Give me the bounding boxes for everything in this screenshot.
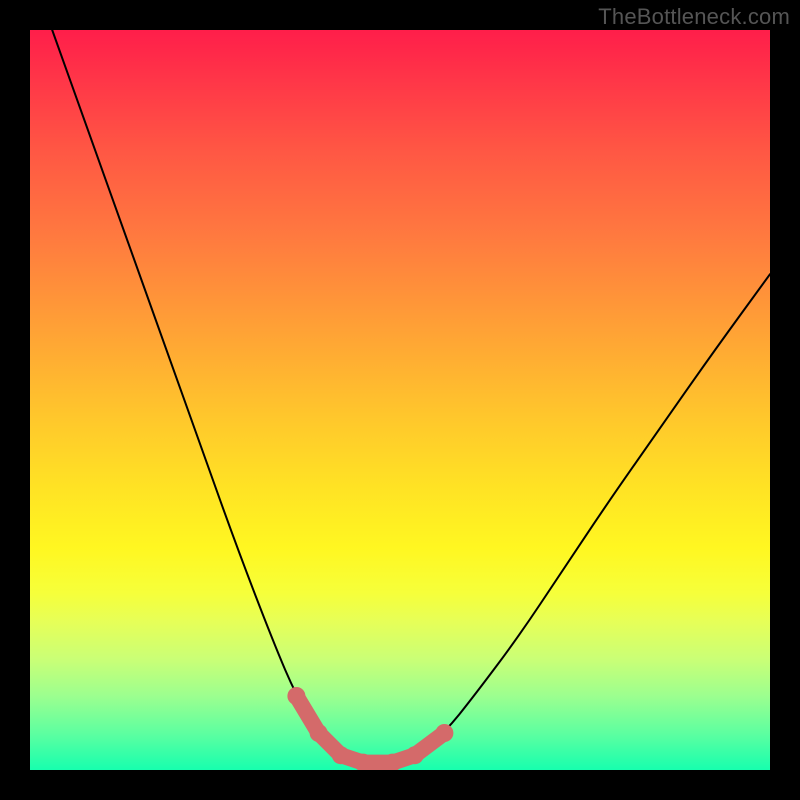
bottleneck-curve xyxy=(52,30,770,763)
highlight-dot xyxy=(332,746,350,764)
optimal-zone-dots xyxy=(287,687,453,770)
curve-layer xyxy=(30,30,770,770)
highlight-dot xyxy=(406,746,424,764)
highlight-dot xyxy=(435,724,453,742)
watermark-text: TheBottleneck.com xyxy=(598,4,790,30)
highlight-dot xyxy=(287,687,305,705)
plot-area xyxy=(30,30,770,770)
highlight-dot xyxy=(310,724,328,742)
chart-frame: TheBottleneck.com xyxy=(0,0,800,800)
